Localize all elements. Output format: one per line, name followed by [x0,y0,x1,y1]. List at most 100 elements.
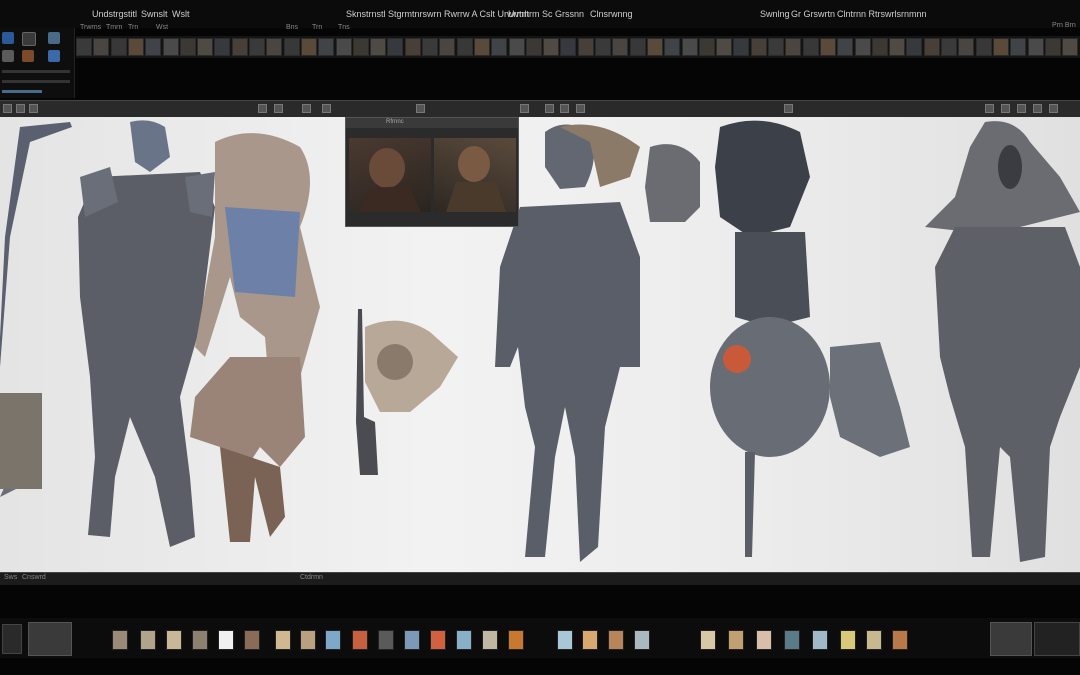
layer-icon[interactable] [2,50,14,62]
asset-thumbnail[interactable] [768,38,784,56]
asset-thumbnail[interactable] [300,38,317,56]
asset-thumbnail[interactable] [439,38,456,56]
split-icon[interactable] [1001,104,1010,113]
color-swatch[interactable] [866,630,882,650]
asset-thumbnail[interactable] [1010,38,1027,56]
color-swatch[interactable] [218,630,234,650]
color-swatch[interactable] [300,630,316,650]
asset-thumbnail[interactable] [941,38,957,56]
asset-thumbnail[interactable] [214,38,231,56]
asset-thumbnail[interactable] [387,38,404,56]
asset-thumbnail[interactable] [249,38,265,56]
color-swatch[interactable] [166,630,182,650]
snap-icon[interactable] [302,104,311,113]
palette-menu-icon[interactable] [2,624,22,654]
color-swatch[interactable] [892,630,908,650]
color-swatch[interactable] [430,630,446,650]
color-swatch[interactable] [244,630,260,650]
asset-thumbnail[interactable] [491,38,508,56]
menu-item-tools[interactable]: Uvtrltrm Sc Grssnn [508,9,584,19]
asset-thumbnail[interactable] [698,38,715,56]
reference-image-window[interactable]: Rfrnnc [345,117,519,227]
asset-thumbnail[interactable] [646,38,663,56]
tab-item[interactable]: Wst [156,24,168,31]
app-icon[interactable] [2,32,14,44]
asset-thumbnail[interactable] [127,38,144,56]
color-swatch[interactable] [112,630,128,650]
color-swatch[interactable] [404,630,420,650]
color-swatch[interactable] [700,630,716,650]
asset-thumbnail[interactable] [404,38,421,56]
asset-thumbnail[interactable] [785,38,802,56]
color-picker-panel[interactable] [990,622,1032,656]
settings-icon[interactable] [784,104,793,113]
asset-thumbnail[interactable] [802,38,819,56]
brush-icon[interactable] [22,32,36,46]
home-icon[interactable] [3,104,12,113]
color-swatch[interactable] [812,630,828,650]
menu-item-view[interactable]: Wslt [172,9,190,19]
asset-thumbnail[interactable] [456,38,473,56]
asset-thumbnail[interactable] [958,38,975,56]
asset-thumbnail[interactable] [837,38,854,56]
color-swatch[interactable] [784,630,800,650]
color-swatch[interactable] [378,630,394,650]
asset-thumbnail[interactable] [871,38,888,56]
asset-thumbnail[interactable] [266,38,283,56]
tab-item[interactable]: Tmrn [106,24,122,31]
asset-thumbnail[interactable] [473,38,490,56]
asset-thumbnail[interactable] [352,38,369,56]
reference-image-1[interactable] [349,138,431,212]
asset-thumbnail[interactable] [231,38,248,56]
menu-item-window[interactable]: Clnsrwnng [590,9,633,19]
rotate-icon[interactable] [258,104,267,113]
asset-thumbnail[interactable] [629,38,646,56]
asset-thumbnail[interactable] [992,38,1009,56]
grid-icon[interactable] [16,104,25,113]
maximize-icon[interactable] [1017,104,1026,113]
asset-thumbnail[interactable] [975,38,992,56]
color-swatch[interactable] [192,630,208,650]
asset-thumbnail[interactable] [162,38,179,56]
asset-thumbnail[interactable] [525,38,542,56]
reference-image-2[interactable] [434,138,516,212]
reference-titlebar[interactable]: Rfrnnc [346,118,518,128]
layout-icon[interactable] [985,104,994,113]
asset-thumbnail[interactable] [664,38,681,56]
scale-icon[interactable] [274,104,283,113]
wireframe-icon[interactable] [560,104,569,113]
asset-thumbnail[interactable] [283,38,300,56]
camera-icon[interactable] [322,104,331,113]
tab-item[interactable]: Tns [338,24,350,31]
shading-icon[interactable] [576,104,585,113]
menu-item-panel[interactable]: Prn Brn [1052,22,1076,29]
asset-thumbnail[interactable] [1062,38,1079,56]
color-swatch[interactable] [325,630,341,650]
asset-thumbnail[interactable] [335,38,352,56]
color-swatch[interactable] [634,630,650,650]
asset-thumbnail[interactable] [110,38,127,56]
menu-item-render[interactable]: Gr Grswrtn [791,9,835,19]
sculpt-icon[interactable] [48,32,60,44]
menu-item-settings[interactable]: Swnlng [760,9,790,19]
asset-thumbnail[interactable] [422,38,438,56]
tab-item[interactable]: Trn [312,24,322,31]
menu-item-edit[interactable]: Swnslt [141,9,168,19]
color-swatch[interactable] [840,630,856,650]
asset-thumbnail[interactable] [595,38,611,56]
asset-thumbnail[interactable] [1027,38,1044,56]
asset-thumbnail[interactable] [543,38,560,56]
asset-thumbnail[interactable] [612,38,629,56]
color-swatch[interactable] [728,630,744,650]
asset-thumbnail[interactable] [577,38,594,56]
color-swatch[interactable] [756,630,772,650]
slider-track[interactable] [2,70,70,73]
asset-thumbnail[interactable] [508,38,525,56]
asset-thumbnail[interactable] [179,38,196,56]
color-swatch[interactable] [352,630,368,650]
asset-thumbnail[interactable] [819,38,836,56]
asset-thumbnail[interactable] [716,38,733,56]
asset-thumbnail[interactable] [197,38,214,56]
asset-thumbnail[interactable] [889,38,906,56]
menu-item-file[interactable]: Undstrgstitl [92,9,137,19]
